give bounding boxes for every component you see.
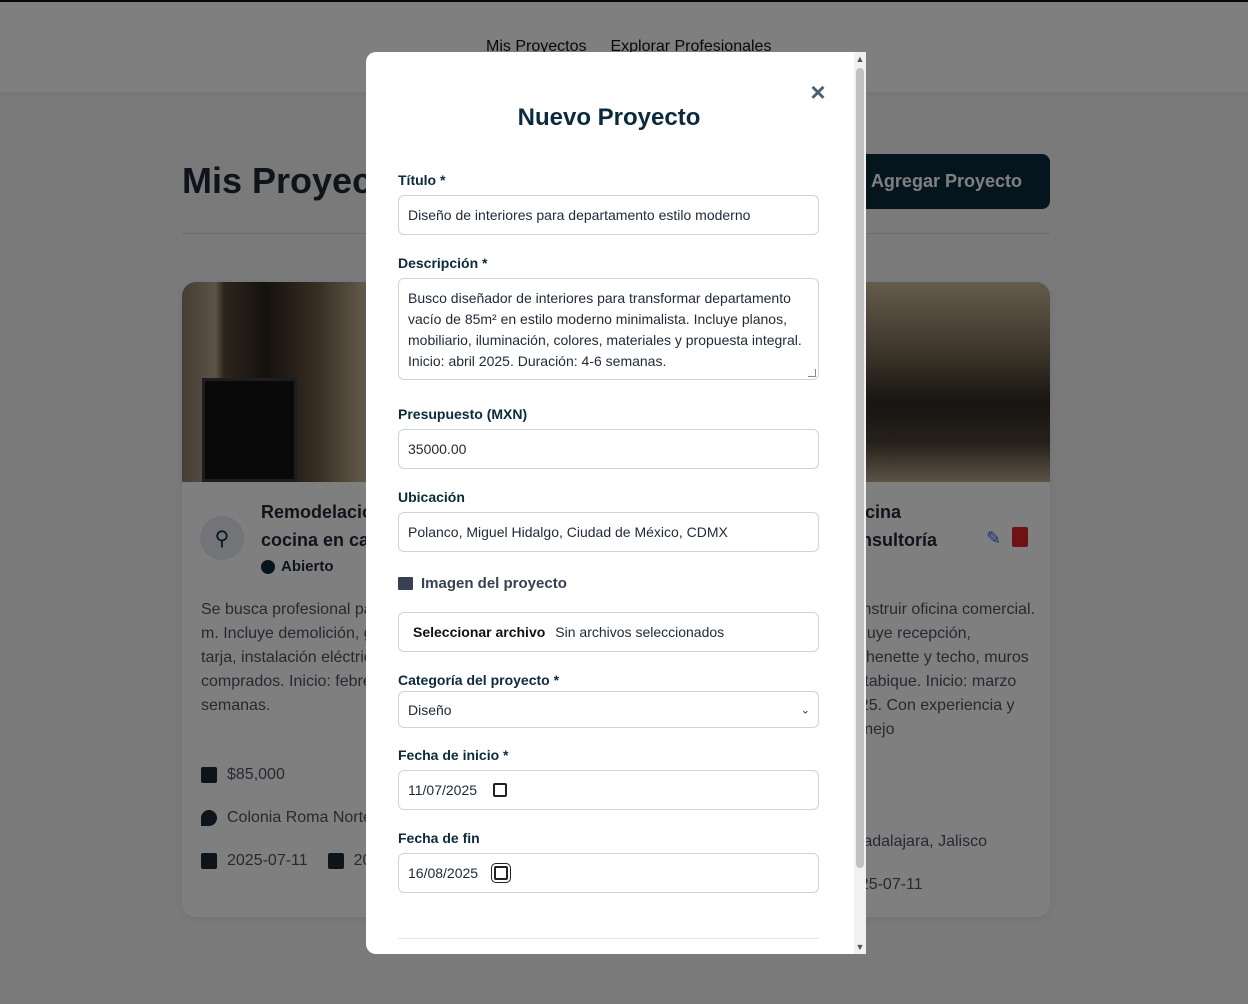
category-select[interactable]: Diseño ⌄ [398,691,819,728]
chevron-down-icon: ⌄ [800,704,810,716]
start-date-label: Fecha de inicio * [398,747,509,763]
file-status: Sin archivos seleccionados [555,624,725,640]
title-input[interactable]: Diseño de interiores para departamento e… [398,195,819,235]
budget-label: Presupuesto (MXN) [398,406,528,422]
scrollbar-thumb[interactable] [856,68,864,868]
modal-footer-divider [398,938,819,939]
location-label: Ubicación [398,489,465,505]
title-value: Diseño de interiores para departamento e… [408,207,751,223]
scroll-down-icon[interactable]: ▼ [854,940,866,954]
new-project-modal: × Nuevo Proyecto Título * Diseño de inte… [366,52,866,954]
resize-handle-icon[interactable] [808,369,816,377]
end-date-input[interactable]: 16/08/2025 [398,853,819,893]
category-value: Diseño [408,701,452,718]
start-date-input[interactable]: 11/07/2025 [398,770,819,810]
category-label: Categoría del proyecto * [398,672,560,688]
calendar-icon[interactable] [491,863,512,883]
image-icon [398,577,413,590]
location-input[interactable]: Polanco, Miguel Hidalgo, Ciudad de Méxic… [398,512,819,552]
end-date-value: 16/08/2025 [408,865,479,881]
modal-scrollbar[interactable]: ▲ ▼ [854,52,866,954]
description-value: Busco diseñador de interiores para trans… [408,290,802,369]
select-file-button[interactable]: Seleccionar archivo [413,624,545,640]
description-label: Descripción * [398,255,488,271]
start-date-value: 11/07/2025 [408,782,478,798]
modal-title: Nuevo Proyecto [517,104,701,131]
image-file-input[interactable]: Seleccionar archivo Sin archivos selecci… [398,612,819,652]
description-textarea[interactable]: Busco diseñador de interiores para trans… [398,278,819,380]
scroll-up-icon[interactable]: ▲ [854,52,866,66]
close-icon[interactable]: × [806,79,830,105]
calendar-icon[interactable] [493,783,508,797]
budget-input[interactable]: 35000.00 [398,429,819,469]
end-date-label: Fecha de fin [398,830,480,846]
budget-field-value: 35000.00 [408,441,467,457]
image-section-label: Imagen del proyecto [398,575,567,592]
title-label: Título * [398,172,446,188]
location-field-value: Polanco, Miguel Hidalgo, Ciudad de Méxic… [408,524,728,540]
image-label-text: Imagen del proyecto [421,575,567,592]
